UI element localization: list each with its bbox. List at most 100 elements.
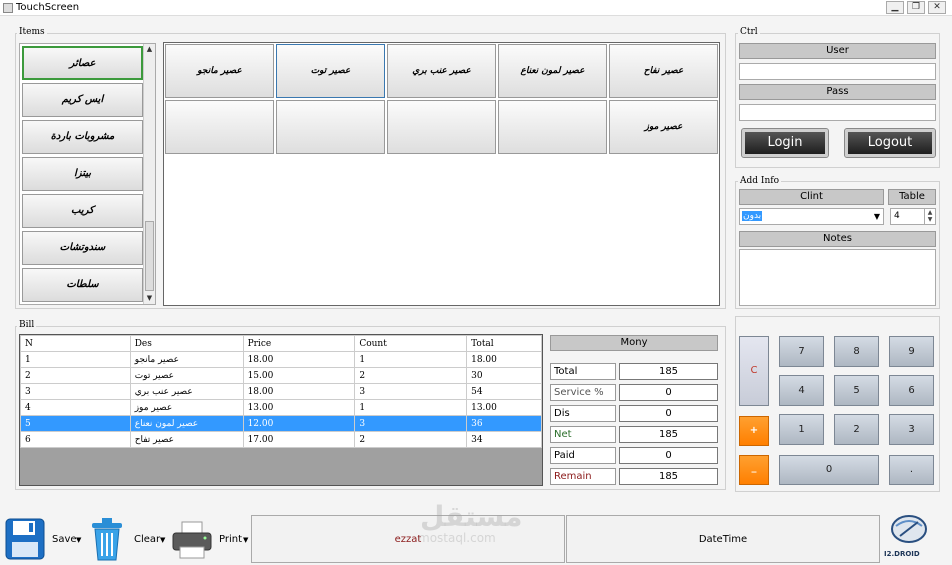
notes-input[interactable] (739, 249, 936, 306)
table-cell: 3 (354, 383, 468, 400)
product-button[interactable]: عصير لمون نعناع (498, 44, 607, 98)
print-button[interactable]: Print (219, 534, 242, 545)
logout-button[interactable]: Logout (844, 128, 936, 158)
table-cell: 18.00 (242, 351, 356, 368)
pass-header: Pass (739, 84, 936, 100)
money-value-field[interactable]: 0 (619, 384, 718, 401)
product-button[interactable]: عصير مانجو (165, 44, 274, 98)
money-value-field[interactable]: 0 (619, 447, 718, 464)
table-value: 4 (894, 211, 900, 221)
datetime-status: DateTime (698, 534, 748, 545)
user-status: ezzat (394, 534, 422, 545)
table-row[interactable]: 1 عصير مانجو 18.00 1 18.00 (20, 351, 542, 368)
pass-input[interactable] (739, 104, 936, 121)
money-value-field[interactable]: 185 (619, 426, 718, 443)
chevron-down-icon[interactable]: ▼ (874, 212, 880, 221)
table-cell: 12.00 (242, 415, 356, 432)
column-header[interactable]: Total (466, 335, 542, 352)
money-value-field[interactable]: 185 (619, 468, 718, 485)
product-button[interactable]: عصير عنب بري (387, 44, 496, 98)
table-row[interactable]: 3 عصير عنب بري 18.00 3 54 (20, 383, 542, 400)
category-scrollbar[interactable]: ▲ ▼ (143, 44, 155, 304)
dot-key[interactable]: . (889, 455, 934, 485)
money-header: Mony (550, 335, 718, 351)
digit-key[interactable]: 2 (834, 414, 879, 445)
save-icon[interactable] (5, 518, 45, 560)
column-header[interactable]: Price (242, 335, 356, 352)
digit-key[interactable]: 5 (834, 375, 879, 406)
category-button[interactable]: بيتزا (22, 157, 143, 191)
scroll-down-icon[interactable]: ▼ (144, 293, 155, 304)
table-row[interactable]: 6 عصير تفاح 17.00 2 34 (20, 431, 542, 448)
table-header: Table (888, 189, 936, 205)
digit-key[interactable]: 4 (779, 375, 824, 406)
clear-button[interactable]: Clear (134, 534, 160, 545)
table-cell: 3 (354, 415, 468, 432)
digit-key[interactable]: 1 (779, 414, 824, 445)
minimize-button[interactable]: ▁ (886, 1, 904, 14)
category-button[interactable]: عصائر (22, 46, 143, 80)
digit-key[interactable]: 6 (889, 375, 934, 406)
table-row[interactable]: 5 عصير لمون نعناع 12.00 3 36 (20, 415, 542, 432)
product-button[interactable]: عصير توت (276, 44, 385, 98)
main-window: TouchScreen ▁ ❐ ✕ Items ▲ ▼ عصائر ايس كري… (0, 0, 952, 565)
column-header[interactable]: Count (354, 335, 468, 352)
money-label: Remain (550, 468, 616, 485)
print-dropdown-icon[interactable]: ▼ (243, 536, 248, 544)
product-button[interactable] (276, 100, 385, 154)
maximize-button[interactable]: ❐ (907, 1, 925, 14)
plus-key[interactable]: + (739, 416, 769, 446)
scroll-thumb[interactable] (145, 221, 154, 291)
table-cell: 3 (20, 383, 131, 400)
printer-icon[interactable] (170, 520, 214, 560)
user-input[interactable] (739, 63, 936, 80)
product-button[interactable] (387, 100, 496, 154)
product-button[interactable]: عصير نفاح (609, 44, 718, 98)
digit-key[interactable]: 3 (889, 414, 934, 445)
product-button[interactable] (498, 100, 607, 154)
logo-text: I2.DROID (884, 550, 920, 558)
column-header[interactable]: Des (129, 335, 244, 352)
login-button[interactable]: Login (741, 128, 829, 158)
table-row[interactable]: 2 عصير توت 15.00 2 30 (20, 367, 542, 384)
money-value-field[interactable]: 0 (619, 405, 718, 422)
product-button[interactable]: عصير موز (609, 100, 718, 154)
table-cell: 30 (466, 367, 542, 384)
trash-icon[interactable] (88, 514, 126, 562)
close-button[interactable]: ✕ (928, 1, 946, 14)
digit-key[interactable]: 7 (779, 336, 824, 367)
table-stepper[interactable]: 4 ▲ ▼ (890, 208, 936, 225)
table-cell: 18.00 (466, 351, 542, 368)
minus-key[interactable]: _ (739, 455, 769, 485)
money-value-field[interactable]: 185 (619, 363, 718, 380)
table-row[interactable]: 4 عصير موز 13.00 1 13.00 (20, 399, 542, 416)
bill-label: Bill (17, 320, 37, 330)
table-cell: 2 (354, 431, 468, 448)
product-button[interactable] (165, 100, 274, 154)
digit-key[interactable]: 0 (779, 455, 879, 485)
clear-dropdown-icon[interactable]: ▼ (160, 536, 165, 544)
category-button[interactable]: ايس كريم (22, 83, 143, 117)
category-button[interactable]: مشروبات باردة (22, 120, 143, 154)
money-label: Paid (550, 447, 616, 464)
datetime-box: DateTime (566, 515, 880, 563)
client-select[interactable]: بدون ▼ (739, 208, 884, 225)
stepper-arrows-icon[interactable]: ▲ ▼ (924, 209, 935, 224)
table-cell: 2 (20, 367, 131, 384)
digit-key[interactable]: 8 (834, 336, 879, 367)
column-header[interactable]: N (20, 335, 131, 352)
clear-key[interactable]: C (739, 336, 769, 406)
save-button[interactable]: Save (52, 534, 77, 545)
window-title: TouchScreen (16, 2, 80, 13)
addinfo-label: Add Info (738, 176, 781, 186)
digit-key[interactable]: 9 (889, 336, 934, 367)
save-dropdown-icon[interactable]: ▼ (76, 536, 81, 544)
category-button[interactable]: سندوتشات (22, 231, 143, 265)
watermark-text: مستقل (420, 500, 523, 533)
table-cell: عصير لمون نعناع (129, 415, 244, 432)
table-cell: 15.00 (242, 367, 356, 384)
table-cell: 1 (354, 351, 468, 368)
category-button[interactable]: سلطات (22, 268, 143, 302)
scroll-up-icon[interactable]: ▲ (144, 44, 155, 55)
category-button[interactable]: كريب (22, 194, 143, 228)
